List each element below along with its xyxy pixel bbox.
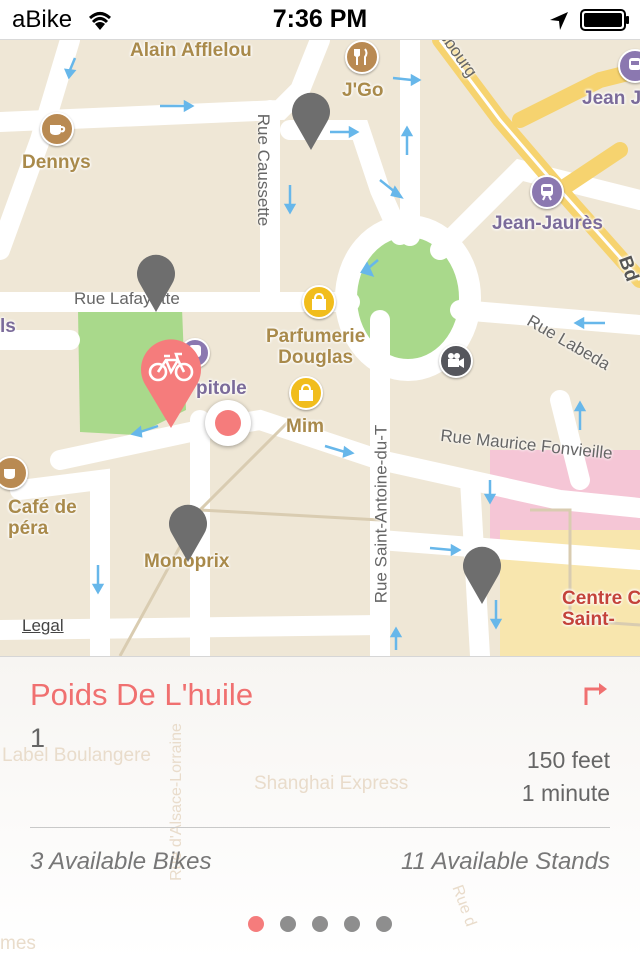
poi-label-cafe-opera: Café de péra xyxy=(8,497,77,539)
background-label-boulangere: Label Boulangere xyxy=(2,745,151,766)
location-arrow-icon xyxy=(550,12,568,30)
legal-link[interactable]: Legal xyxy=(22,616,64,636)
poi-label-mim: Mim xyxy=(286,416,324,437)
selected-station-pin[interactable] xyxy=(138,334,204,430)
poi-label-ls: ls xyxy=(0,316,16,337)
divider xyxy=(30,827,610,828)
status-time: 7:36 PM xyxy=(272,5,368,33)
poi-label-dennys: Dennys xyxy=(22,152,91,173)
coffee-icon[interactable] xyxy=(40,112,74,146)
station-detail-panel[interactable]: Label Boulangere Shanghai Express Rue d'… xyxy=(0,656,640,960)
poi-label-parfumerie-douglas: Parfumerie Douglas xyxy=(266,326,366,368)
station-name: Poids De L'huile xyxy=(30,677,254,712)
station-distance: 150 feet xyxy=(526,747,610,773)
page-dot[interactable] xyxy=(376,916,392,932)
poi-label-jean-jaures: Jean-Jaurès xyxy=(492,213,603,234)
shopping-bag-icon[interactable] xyxy=(302,285,336,319)
background-label-rue-d: Rue d xyxy=(448,882,480,929)
poi-label-jgo: J'Go xyxy=(342,80,384,101)
station-pin[interactable] xyxy=(289,88,333,152)
directions-icon[interactable] xyxy=(582,681,608,707)
page-dot[interactable] xyxy=(312,916,328,932)
background-label-shanghai: Shanghai Express xyxy=(254,773,409,794)
current-location-marker xyxy=(205,400,251,446)
restaurant-icon[interactable] xyxy=(345,40,379,74)
page-dot[interactable] xyxy=(280,916,296,932)
poi-label-centre: Centre C Saint- xyxy=(562,588,640,630)
poi-label-jean-top: Jean J xyxy=(582,88,640,109)
shopping-bag-icon[interactable] xyxy=(289,376,323,410)
map-view[interactable]: Alain Afflelou J'Go Dennys Jean J Jean-J… xyxy=(0,40,640,656)
train-icon[interactable] xyxy=(530,175,564,209)
station-pin[interactable] xyxy=(166,500,210,564)
cinema-icon[interactable] xyxy=(439,344,473,378)
available-stands: 11 Available Stands xyxy=(400,848,610,875)
poi-label-alain-afflelou: Alain Afflelou xyxy=(130,40,252,61)
page-indicator[interactable] xyxy=(248,916,398,932)
street-label-caussette: Rue Caussette xyxy=(254,113,274,227)
station-walk-time: 1 minute xyxy=(521,780,610,806)
available-bikes: 3 Available Bikes xyxy=(30,848,212,875)
page-dot[interactable] xyxy=(344,916,360,932)
station-number: 1 xyxy=(30,723,46,753)
background-label-mes: mes xyxy=(0,933,36,954)
station-pin[interactable] xyxy=(134,250,178,314)
station-pin[interactable] xyxy=(460,542,504,606)
street-label-saint-antoine: Rue Saint-Antoine-du-T xyxy=(371,424,391,604)
page-dot[interactable] xyxy=(248,916,264,932)
status-bar: aBike 7:36 PM xyxy=(0,0,640,40)
battery-icon xyxy=(580,9,629,31)
